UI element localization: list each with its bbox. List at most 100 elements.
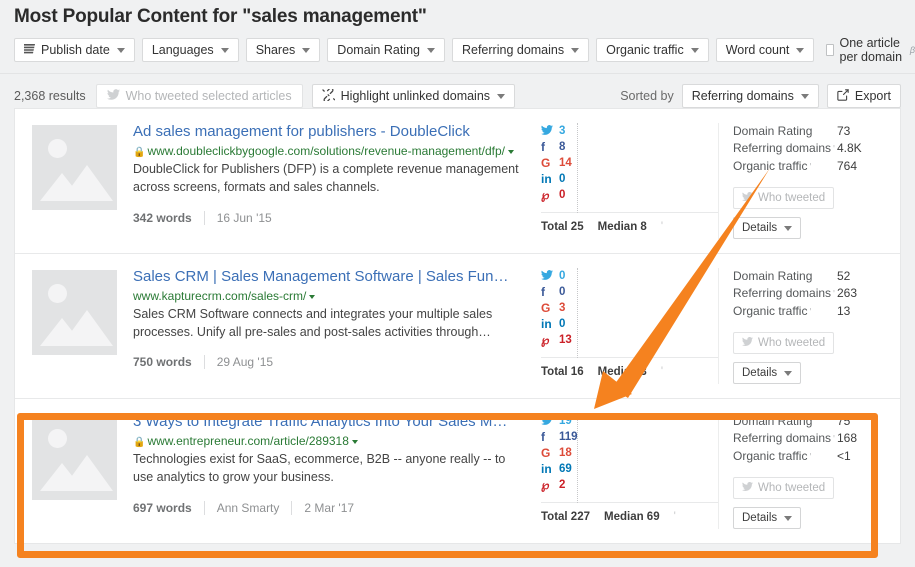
- result-url-text: www.kapturecrm.com/sales-crm/: [133, 288, 307, 303]
- referring-domains-value: 4.8K: [837, 141, 862, 155]
- result-url[interactable]: 🔒 www.entrepreneur.com/article/289318: [133, 433, 525, 450]
- pinterest-count: 0: [559, 189, 566, 201]
- linkedin-icon: in: [541, 462, 552, 476]
- filter-organic-traffic[interactable]: Organic traffic: [596, 38, 709, 62]
- facebook-icon: f: [541, 430, 545, 444]
- result-title-link[interactable]: 3 Ways to Integrate Traffic Analytics In…: [133, 413, 525, 432]
- divider: [577, 413, 578, 503]
- googleplus-icon: G: [541, 446, 551, 460]
- twitter-icon: [742, 192, 753, 204]
- image-placeholder-icon: [31, 125, 117, 210]
- ahrefs-content-explorer-page: Most Popular Content for "sales manageme…: [0, 0, 915, 567]
- linkedin-icon: in: [541, 172, 552, 186]
- twitter-icon: [742, 337, 753, 349]
- word-count: 750 words: [133, 355, 192, 370]
- filter-word-count[interactable]: Word count: [715, 38, 815, 62]
- image-placeholder-icon: [31, 415, 117, 500]
- domain-rating-value: 73: [837, 124, 851, 138]
- median-shares: Median 3: [597, 366, 647, 378]
- who-tweeted-button[interactable]: Who tweeted: [733, 332, 835, 354]
- median-shares: Median 8: [597, 221, 647, 233]
- twitter-count: 3: [559, 125, 566, 137]
- result-url-text: www.doubleclickbygoogle.com/solutions/re…: [147, 143, 505, 158]
- who-tweeted-selected-button[interactable]: Who tweeted selected articles: [95, 84, 303, 108]
- twitter-count: 19: [559, 415, 572, 427]
- social-shares-cell: 0 f 0 G3 in 0 ℘ 13 Total 16 Median 3 ': [533, 268, 718, 384]
- chevron-down-icon[interactable]: [309, 294, 316, 299]
- thumbnail-cell: [15, 268, 133, 384]
- who-tweeted-button[interactable]: Who tweeted: [733, 477, 835, 499]
- referring-domains-label: Referring domains ': [733, 431, 835, 445]
- page-title: Most Popular Content for "sales manageme…: [14, 6, 427, 27]
- pinterest-icon: ℘: [541, 333, 550, 347]
- twitter-icon: [106, 89, 120, 103]
- result-title-link[interactable]: Ad sales management for publishers - Dou…: [133, 123, 525, 142]
- result-url[interactable]: 🔒 www.doubleclickbygoogle.com/solutions/r…: [133, 143, 525, 160]
- referring-domains-label: Referring domains ': [733, 286, 835, 300]
- details-button[interactable]: Details: [733, 217, 802, 239]
- filter-label: Referring domains: [461, 43, 565, 57]
- chevron-down-icon[interactable]: [508, 149, 514, 154]
- twitter-count: 0: [559, 270, 566, 282]
- chevron-down-icon: [116, 47, 125, 53]
- metrics-cell: Domain Rating 52 Referring domains ' 263 Or…: [718, 268, 898, 384]
- total-shares: Total 25: [541, 221, 584, 233]
- chevron-down-icon: [426, 47, 435, 53]
- organic-traffic-label: Organic traffic ': [733, 304, 812, 318]
- twitter-icon: [541, 269, 559, 283]
- result-row[interactable]: Sales CRM | Sales Management Software | …: [15, 254, 900, 399]
- twitter-icon: [541, 124, 559, 138]
- facebook-icon: f: [541, 285, 545, 299]
- sorted-by-select[interactable]: Referring domains: [681, 84, 819, 108]
- broken-link-icon: [321, 87, 335, 104]
- word-count: 697 words: [133, 500, 192, 515]
- who-tweeted-button[interactable]: Who tweeted: [733, 187, 835, 209]
- facebook-count: 0: [559, 286, 566, 298]
- details-label: Details: [742, 512, 778, 524]
- checkbox-icon[interactable]: [826, 44, 834, 56]
- thumbnail-cell: [15, 123, 133, 239]
- result-title-link[interactable]: Sales CRM | Sales Management Software | …: [133, 268, 525, 287]
- filter-publish-date[interactable]: Publish date: [14, 38, 135, 62]
- calendar-icon: [22, 43, 35, 57]
- domain-rating-value: 52: [837, 269, 851, 283]
- domain-rating-label: Domain Rating: [733, 414, 813, 428]
- chevron-down-icon[interactable]: [351, 439, 358, 444]
- highlight-unlinked-domains-button[interactable]: Highlight unlinked domains: [311, 84, 516, 108]
- one-article-per-domain-label: One article per domain: [839, 36, 903, 64]
- publish-date: 2 Mar '17: [291, 500, 366, 515]
- filter-label: Word count: [725, 43, 790, 57]
- domain-rating-value: 75: [837, 414, 851, 428]
- chevron-down-icon: [497, 93, 506, 99]
- results-count: 2,368 results: [14, 89, 86, 103]
- who-tweeted-label: Who tweeted: [758, 337, 826, 349]
- twitter-icon: [742, 482, 753, 494]
- author: Ann Smarty: [203, 500, 292, 515]
- chevron-down-icon: [220, 47, 229, 53]
- export-button[interactable]: Export: [826, 84, 901, 108]
- chevron-down-icon: [796, 47, 805, 53]
- filter-referring-domains[interactable]: Referring domains: [451, 38, 590, 62]
- median-shares: Median 69: [604, 511, 660, 523]
- result-url[interactable]: www.kapturecrm.com/sales-crm/: [133, 288, 525, 304]
- filter-languages[interactable]: Languages: [141, 38, 239, 62]
- results-list: Ad sales management for publishers - Dou…: [14, 108, 901, 544]
- result-row[interactable]: Ad sales management for publishers - Dou…: [15, 109, 900, 254]
- metrics-cell: Domain Rating 75 Referring domains ' 168 Or…: [718, 413, 898, 529]
- details-button[interactable]: Details: [733, 507, 802, 529]
- divider: [577, 268, 578, 358]
- chevron-down-icon: [784, 515, 793, 521]
- divider: [577, 123, 578, 213]
- filter-shares[interactable]: Shares: [245, 38, 321, 62]
- sorted-by-label: Sorted by: [620, 89, 674, 103]
- one-article-per-domain-toggle[interactable]: One article per domain β: [826, 36, 915, 64]
- result-description: DoubleClick for Publishers (DFP) is a co…: [133, 162, 519, 194]
- filter-label: Languages: [151, 43, 214, 57]
- social-shares-cell: 3 f 8 G 14 in 0 ℘ 0 Total 25 Median 8 ': [533, 123, 718, 239]
- lock-icon: 🔒: [133, 436, 146, 448]
- details-button[interactable]: Details: [733, 362, 802, 384]
- filter-domain-rating[interactable]: Domain Rating: [327, 38, 445, 62]
- result-url-text: www.entrepreneur.com/article/289318: [147, 433, 349, 448]
- details-label: Details: [742, 222, 778, 234]
- result-row[interactable]: 3 Ways to Integrate Traffic Analytics In…: [15, 399, 900, 543]
